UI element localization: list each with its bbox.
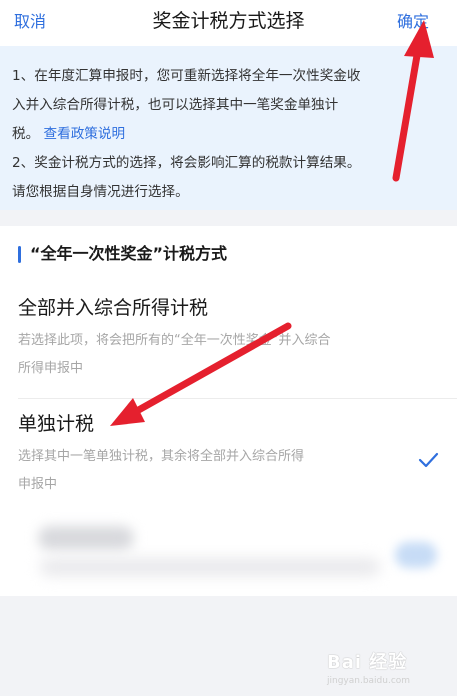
section-title-bar [18, 246, 21, 263]
option-desc-line: 若选择此项，将会把所有的“全年一次性奖金”并入综合 [18, 333, 331, 348]
notice-line: 1、在年度汇算申报时，您可重新选择将全年一次性奖金收 [12, 68, 361, 84]
page-title: 奖金计税方式选择 [152, 10, 305, 32]
option-name: 单独计税 [18, 413, 95, 435]
option-desc: 选择其中一笔单独计税，其余将全部并入综合所得 申报中 [18, 443, 418, 499]
notice-line: 请您根据自身情况进行选择。 [12, 184, 189, 200]
blurred-text [38, 526, 134, 550]
option-desc-line: 申报中 [18, 477, 58, 492]
option-desc: 若选择此项，将会把所有的“全年一次性奖金”并入综合 所得申报中 [18, 327, 418, 383]
option-separate[interactable]: 单独计税 选择其中一笔单独计税，其余将全部并入综合所得 申报中 [18, 409, 438, 499]
watermark: Bai 经验 jingyan.baidu.com [327, 648, 427, 688]
blurred-row [0, 516, 457, 596]
watermark-logo: Bai 经验 [327, 652, 408, 673]
notice-line: 2、奖金计税方式的选择，将会影响汇算的税款计算结果。 [12, 155, 361, 171]
blurred-text [40, 558, 380, 576]
divider [18, 398, 457, 399]
option-name: 全部并入综合所得计税 [18, 297, 209, 319]
nav-header: 取消 奖金计税方式选择 确定 [0, 0, 457, 46]
policy-link[interactable]: 查看政策说明 [44, 126, 126, 142]
notice-line: 税。 查看政策说明 [12, 120, 443, 149]
tax-method-section: “全年一次性奖金”计税方式 全部并入综合所得计税 若选择此项，将会把所有的“全年… [0, 226, 457, 596]
notice-text: 税。 [12, 126, 40, 142]
blurred-button [395, 542, 437, 568]
watermark-url: jingyan.baidu.com [327, 676, 411, 686]
notice-panel: 1、在年度汇算申报时，您可重新选择将全年一次性奖金收 入并入综合所得计税，也可以… [0, 46, 457, 210]
section-title-text: “全年一次性奖金”计税方式 [30, 244, 228, 263]
notice-line: 入并入综合所得计税，也可以选择其中一笔奖金单独计 [12, 97, 339, 113]
option-desc-line: 所得申报中 [18, 361, 84, 376]
option-desc-line: 选择其中一笔单独计税，其余将全部并入综合所得 [18, 449, 305, 464]
confirm-button[interactable]: 确定 [397, 8, 429, 32]
section-title: “全年一次性奖金”计税方式 [18, 239, 227, 269]
option-merge-all[interactable]: 全部并入综合所得计税 若选择此项，将会把所有的“全年一次性奖金”并入综合 所得申… [18, 293, 438, 383]
checkmark-icon [418, 452, 439, 468]
